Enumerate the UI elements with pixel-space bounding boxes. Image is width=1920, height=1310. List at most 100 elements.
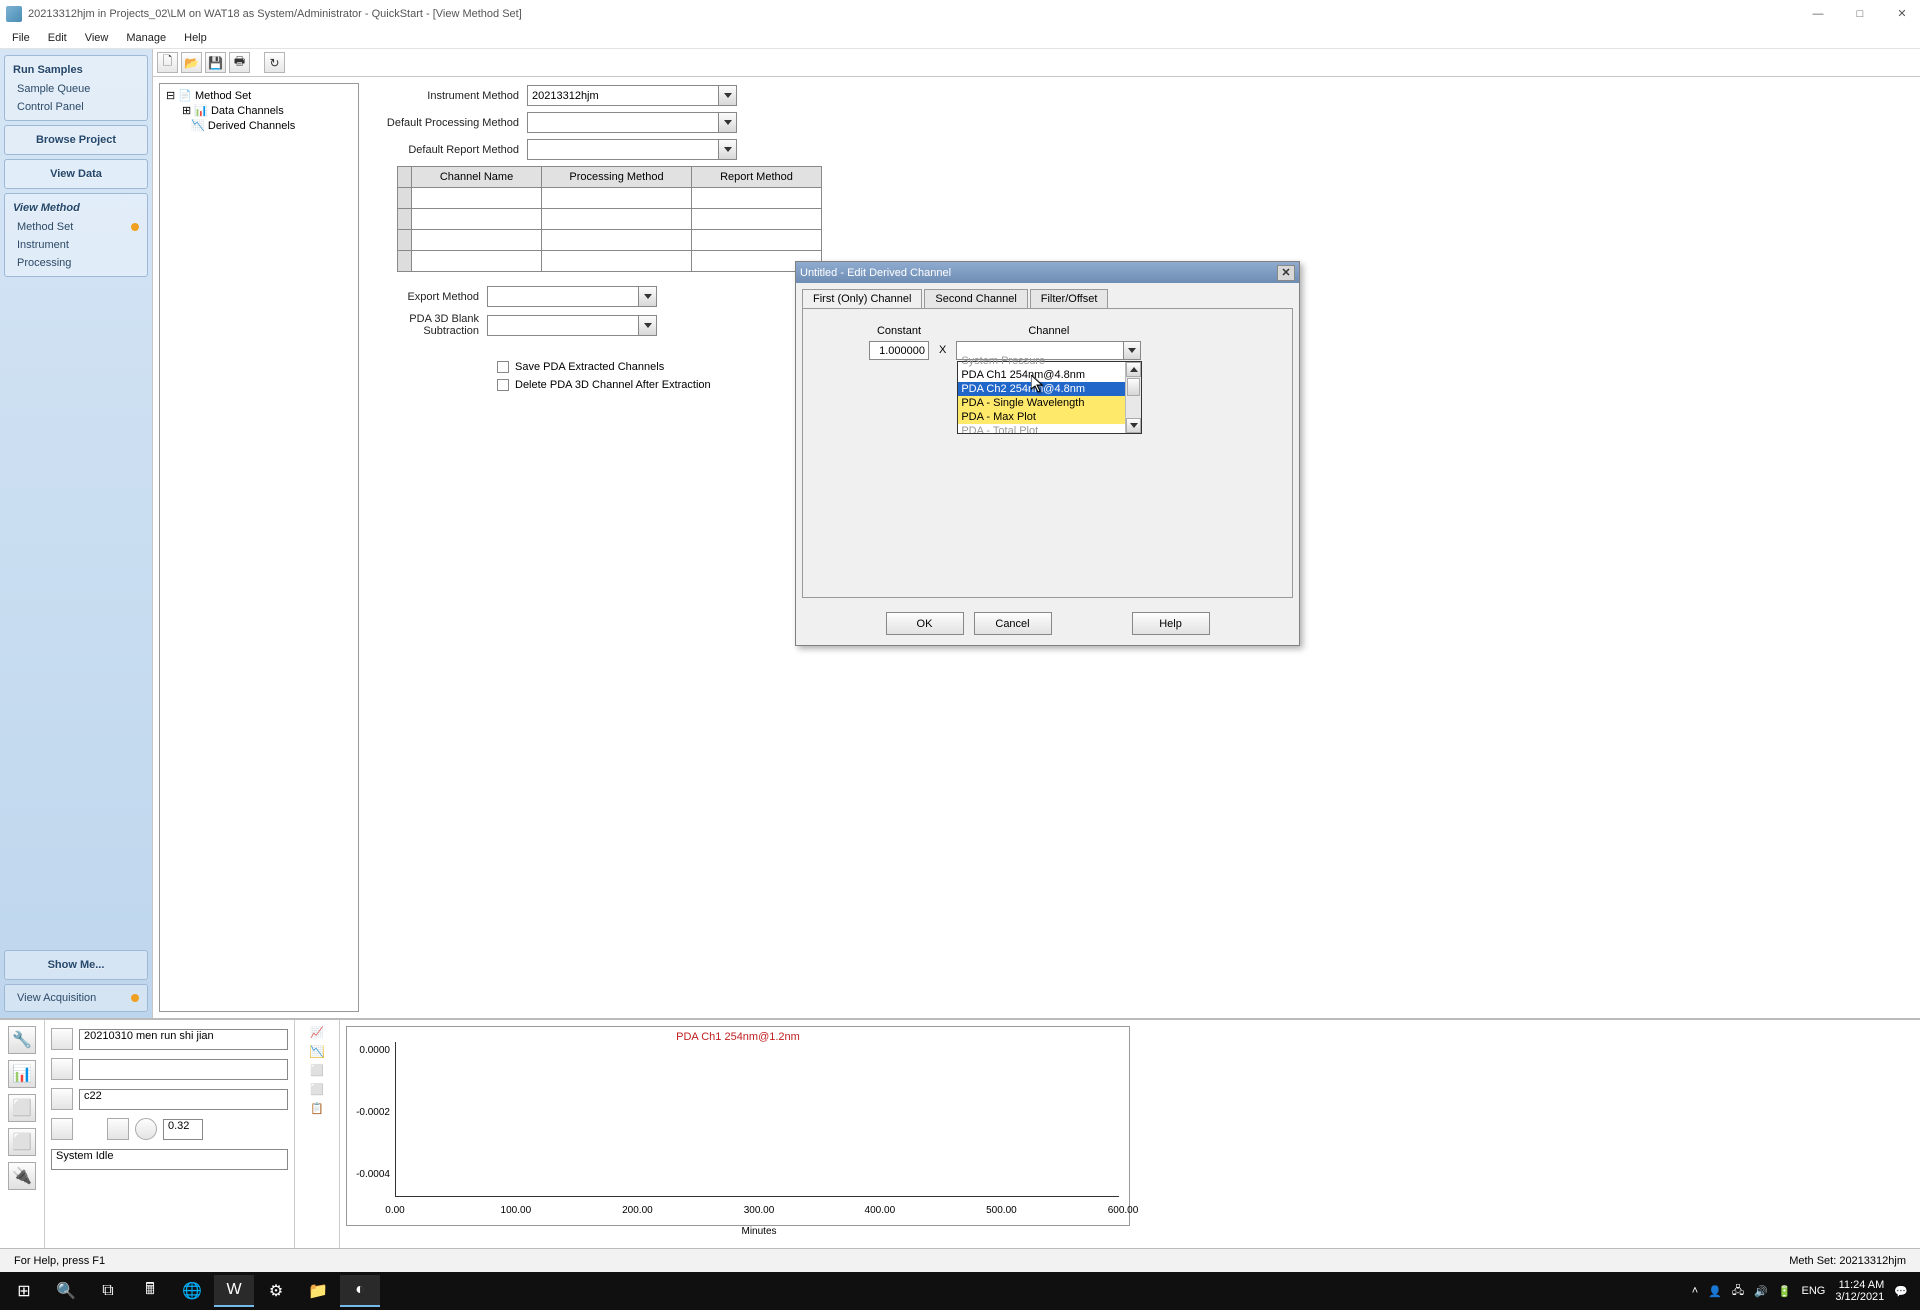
save-button[interactable]: 💾: [205, 52, 226, 73]
inject-icon[interactable]: [51, 1058, 73, 1080]
gauge-icon[interactable]: [107, 1118, 129, 1140]
meter-icon[interactable]: [51, 1118, 73, 1140]
tray-network-icon[interactable]: 🖧: [1732, 1282, 1744, 1301]
word-task[interactable]: W: [214, 1275, 254, 1307]
nav-view-method[interactable]: View Method: [7, 198, 145, 218]
option-pda-single-wavelength[interactable]: PDA - Single Wavelength: [958, 396, 1141, 410]
app-task-2[interactable]: ⚙: [256, 1275, 296, 1307]
tree-root[interactable]: ⊟ 📄 Method Set: [164, 88, 354, 103]
tray-battery-icon[interactable]: 🔋: [1778, 1285, 1792, 1298]
option-pda-ch1[interactable]: PDA Ch1 254nm@4.8nm: [958, 368, 1141, 382]
tool-icon-4[interactable]: ⬜: [8, 1128, 36, 1156]
col-report-method[interactable]: Report Method: [692, 167, 822, 188]
tool-icon-r1[interactable]: 📈: [310, 1026, 324, 1039]
menu-manage[interactable]: Manage: [118, 29, 174, 47]
col-processing-method[interactable]: Processing Method: [542, 167, 692, 188]
tree-derived-channels[interactable]: 📉 Derived Channels: [180, 118, 354, 133]
time-field[interactable]: 0.32: [163, 1119, 203, 1140]
col-channel-name[interactable]: Channel Name: [412, 167, 542, 188]
option-system-pressure[interactable]: System Pressure: [958, 354, 1141, 368]
tool-icon-r2[interactable]: 📉: [310, 1045, 324, 1058]
nav-view-data[interactable]: View Data: [4, 159, 148, 189]
close-button[interactable]: ✕: [1890, 7, 1914, 20]
chevron-down-icon[interactable]: [718, 86, 736, 105]
nav-run-samples[interactable]: Run Samples: [7, 60, 145, 80]
tray-lang-icon[interactable]: ENG: [1802, 1285, 1826, 1297]
pda-blank-sub-select[interactable]: [487, 315, 657, 336]
chevron-down-icon[interactable]: [718, 140, 736, 159]
menu-view[interactable]: View: [77, 29, 117, 47]
dialog-close-button[interactable]: ✕: [1277, 265, 1295, 281]
tray-volume-icon[interactable]: 🔊: [1754, 1285, 1768, 1298]
new-button[interactable]: 🗋: [157, 52, 178, 73]
clock-icon[interactable]: [135, 1118, 157, 1140]
nav-method-set[interactable]: Method Set: [7, 218, 145, 236]
export-method-select[interactable]: [487, 286, 657, 307]
menu-help[interactable]: Help: [176, 29, 215, 47]
calculator-button[interactable]: 🖩: [130, 1275, 170, 1307]
taskview-button[interactable]: ⧉: [88, 1275, 128, 1307]
scroll-up-button[interactable]: [1126, 362, 1141, 377]
nav-view-acquisition[interactable]: View Acquisition: [7, 989, 145, 1007]
empower-task[interactable]: ◐: [340, 1275, 380, 1307]
scroll-thumb[interactable]: [1127, 378, 1140, 396]
nav-control-panel[interactable]: Control Panel: [7, 98, 145, 116]
vial-icon[interactable]: [51, 1028, 73, 1050]
channel-grid[interactable]: Channel NameProcessing MethodReport Meth…: [397, 166, 822, 272]
tree-pane[interactable]: ⊟ 📄 Method Set ⊞ 📊 Data Channels 📉 Deriv…: [159, 83, 359, 1012]
refresh-button[interactable]: ↻: [264, 52, 285, 73]
czz-field[interactable]: c22: [79, 1089, 288, 1110]
nav-instrument[interactable]: Instrument: [7, 236, 145, 254]
tray-chevron-icon[interactable]: ˄: [1692, 1285, 1698, 1297]
tool-icon-1[interactable]: 🔧: [8, 1026, 36, 1054]
tray-notifications-icon[interactable]: 💬: [1894, 1285, 1908, 1298]
nav-sample-queue[interactable]: Sample Queue: [7, 80, 145, 98]
chevron-down-icon[interactable]: [718, 113, 736, 132]
tree-data-channels[interactable]: ⊞ 📊 Data Channels: [180, 103, 354, 118]
print-button[interactable]: 🖶: [229, 52, 250, 73]
tool-icon-3[interactable]: ⬜: [8, 1094, 36, 1122]
search-button[interactable]: 🔍: [46, 1275, 86, 1307]
nav-browse-project[interactable]: Browse Project: [4, 125, 148, 155]
sample-name-field[interactable]: 20210310 men run shi jian: [79, 1029, 288, 1050]
tool-icon-2[interactable]: 📊: [8, 1060, 36, 1088]
tab-second-channel[interactable]: Second Channel: [924, 289, 1027, 308]
tab-filter-offset[interactable]: Filter/Offset: [1030, 289, 1109, 308]
app-task-1[interactable]: 🌐: [172, 1275, 212, 1307]
dialog-titlebar[interactable]: Untitled - Edit Derived Channel ✕: [796, 262, 1299, 283]
option-pda-ch2[interactable]: PDA Ch2 254nm@4.8nm: [958, 382, 1141, 396]
dropdown-scrollbar[interactable]: [1125, 362, 1141, 433]
menu-edit[interactable]: Edit: [40, 29, 75, 47]
start-button[interactable]: ⊞: [4, 1275, 44, 1307]
chromatogram-chart[interactable]: PDA Ch1 254nm@1.2nm 0.0000 -0.0002 -0.00…: [346, 1026, 1130, 1226]
help-button[interactable]: Help: [1132, 612, 1210, 635]
scroll-down-button[interactable]: [1126, 418, 1141, 433]
default-report-method-select[interactable]: [527, 139, 737, 160]
tool-icon-r5[interactable]: 📋: [310, 1102, 324, 1115]
nav-processing[interactable]: Processing: [7, 254, 145, 272]
maximize-button[interactable]: □: [1848, 8, 1872, 20]
tray-people-icon[interactable]: 👤: [1708, 1285, 1722, 1298]
constant-input[interactable]: [869, 341, 929, 360]
option-pda-max-plot[interactable]: PDA - Max Plot: [958, 410, 1141, 424]
option-pda-total-plot[interactable]: PDA - Total Plot: [958, 424, 1141, 433]
nav-show-me[interactable]: Show Me...: [4, 950, 148, 980]
tool-icon-r3[interactable]: ⬜: [310, 1064, 324, 1077]
inject-field[interactable]: [79, 1059, 288, 1080]
tool-icon-r4[interactable]: ⬜: [310, 1083, 324, 1096]
menu-file[interactable]: File: [4, 29, 38, 47]
tool-icon-5[interactable]: 🔌: [8, 1162, 36, 1190]
flask-icon[interactable]: [51, 1088, 73, 1110]
explorer-task[interactable]: 📁: [298, 1275, 338, 1307]
tab-first-channel[interactable]: First (Only) Channel: [802, 289, 922, 308]
tray-clock[interactable]: 11:24 AM3/12/2021: [1835, 1279, 1884, 1303]
cancel-button[interactable]: Cancel: [974, 612, 1052, 635]
default-processing-method-select[interactable]: [527, 112, 737, 133]
ok-button[interactable]: OK: [886, 612, 964, 635]
chevron-down-icon[interactable]: [638, 316, 656, 335]
minimize-button[interactable]: —: [1806, 8, 1830, 20]
chevron-down-icon[interactable]: [638, 287, 656, 306]
channel-select[interactable]: System Pressure PDA Ch1 254nm@4.8nm PDA …: [956, 341, 1141, 360]
open-button[interactable]: 📂: [181, 52, 202, 73]
instrument-method-select[interactable]: 20213312hjm: [527, 85, 737, 106]
